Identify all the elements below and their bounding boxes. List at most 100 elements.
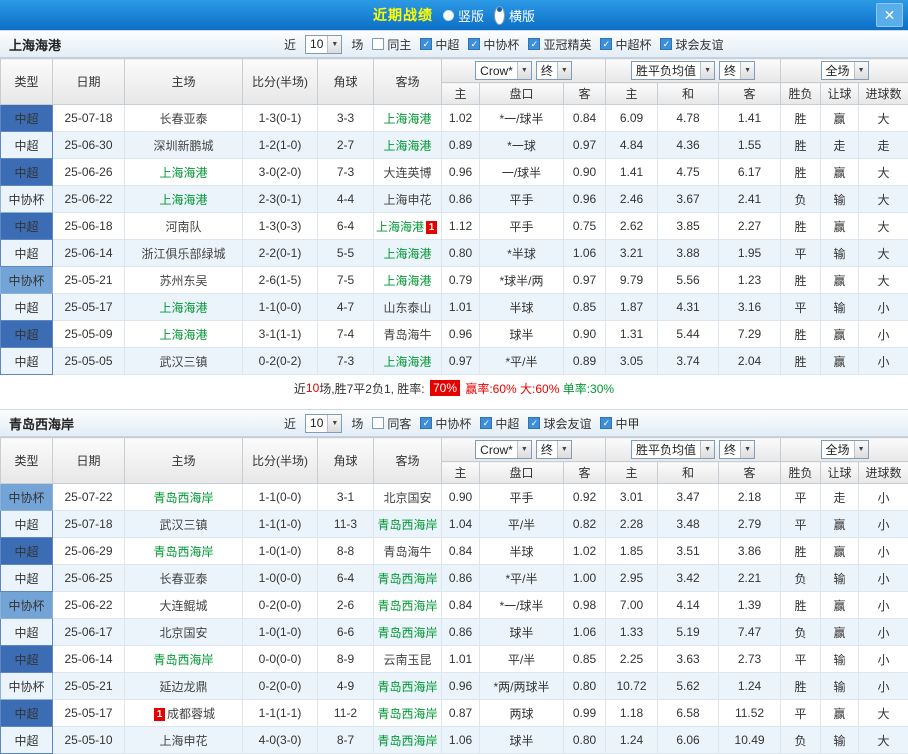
sub-col-header: 进球数 — [858, 461, 908, 484]
team-name-text: 成都蓉城 — [166, 706, 215, 721]
europe-odds-select[interactable]: 胜平负均值 ▼ — [631, 440, 716, 459]
checkbox-icon: ✓ — [468, 38, 481, 50]
match-date: 25-05-10 — [52, 726, 125, 754]
filter-checkbox[interactable]: ✓ 中甲 — [600, 415, 639, 432]
result-scope-group: 全场 ▼ — [780, 437, 908, 462]
loss-odds: 2.79 — [718, 510, 782, 538]
sub-col-header: 主 — [605, 461, 659, 484]
europe-odds-select[interactable]: 胜平负均值 ▼ — [631, 61, 716, 80]
sub-col-header: 和 — [657, 461, 720, 484]
handicap-line: 球半 — [479, 618, 564, 646]
team-name-text: 青岛西海岸 — [377, 679, 438, 694]
filter-checkbox[interactable]: ✓ 中协杯 — [420, 415, 471, 432]
team-name-text: 武汉三镇 — [159, 354, 208, 369]
filter-checkbox[interactable]: ✓ 中超 — [480, 415, 519, 432]
odds-time-select[interactable]: 终 ▼ — [535, 440, 572, 459]
filter-checkbox[interactable]: 同主 — [372, 36, 411, 53]
corner-score: 7-3 — [317, 347, 374, 375]
team-name: 青岛西海岸 — [9, 416, 75, 432]
home-odds: 0.90 — [441, 483, 480, 511]
goals-result: 大 — [858, 699, 908, 727]
chevron-down-icon: ▼ — [700, 62, 715, 79]
match-count-select[interactable]: 10 ▼ — [305, 413, 343, 433]
odds-time-select-value: 终 — [540, 443, 553, 457]
sub-col-header: 胜负 — [780, 461, 822, 484]
goals-result: 小 — [858, 347, 908, 375]
home-odds: 0.86 — [441, 618, 480, 646]
filter-bar: 近 10 ▼ 场同客 ✓ 中协杯 ✓ 中超 ✓ 球会友谊 ✓ 中甲 — [284, 413, 639, 433]
handicap-result: 输 — [820, 564, 860, 592]
result-scope-select[interactable]: 全场 ▼ — [820, 61, 869, 80]
match-result: 平 — [780, 510, 822, 538]
team-name-text: 青岛西海岸 — [377, 598, 438, 613]
col-header: 主场 — [124, 58, 243, 105]
team-name-text: 河南队 — [165, 219, 202, 234]
radio-icon — [494, 5, 505, 25]
loss-odds: 3.86 — [718, 537, 782, 565]
match-result: 胜 — [780, 212, 822, 240]
europe-time-select[interactable]: 终 ▼ — [719, 61, 756, 80]
match-count-select[interactable]: 10 ▼ — [305, 34, 343, 54]
match-row: 中超 25-06-26 上海海港 3-0(2-0) 7-3 大连英博 0.96 一/球半 0.9… — [0, 158, 908, 186]
match-row: 中超 25-06-14 青岛西海岸 0-0(0-0) 8-9 云南玉昆 1.01 平/半 0.8… — [0, 645, 908, 673]
checkbox-label: 球会友谊 — [675, 37, 724, 52]
home-odds: 0.84 — [441, 591, 480, 619]
close-icon[interactable]: ✕ — [876, 3, 903, 27]
match-date: 25-06-29 — [52, 537, 125, 565]
filter-checkbox[interactable]: ✓ 中超 — [420, 36, 459, 53]
summary-segment: 近 — [293, 381, 306, 396]
handicap-line: *一/球半 — [479, 591, 564, 619]
layout-radio-horizontal[interactable]: 横版 — [494, 5, 535, 25]
loss-odds: 2.73 — [718, 645, 782, 673]
corner-score: 4-4 — [317, 185, 374, 213]
red-card-badge: 1 — [426, 220, 437, 234]
result-scope-select-value: 全场 — [825, 64, 850, 78]
europe-time-select[interactable]: 终 ▼ — [719, 440, 756, 459]
draw-odds: 4.78 — [657, 104, 720, 132]
team-name-text: 长春亚泰 — [159, 111, 208, 126]
odds-time-select[interactable]: 终 ▼ — [535, 61, 572, 80]
filter-checkbox[interactable]: ✓ 亚冠精英 — [528, 36, 591, 53]
team-name-text: 云南玉昆 — [383, 652, 432, 667]
corner-score: 6-6 — [317, 618, 374, 646]
filter-checkbox[interactable]: ✓ 中协杯 — [468, 36, 519, 53]
handicap-result: 输 — [820, 239, 860, 267]
home-team: 1 成都蓉城 — [124, 699, 243, 727]
match-date: 25-05-17 — [52, 293, 125, 321]
filter-checkbox[interactable]: 同客 — [372, 415, 411, 432]
result-scope-select[interactable]: 全场 ▼ — [820, 440, 869, 459]
layout-radio-vertical[interactable]: 竖版 — [442, 6, 484, 25]
match-type: 中超 — [0, 104, 53, 132]
away-team: 大连英博 — [373, 158, 442, 186]
loss-odds: 1.39 — [718, 591, 782, 619]
handicap-line: 一/球半 — [479, 158, 564, 186]
odds-source-select[interactable]: Crow* ▼ — [475, 440, 532, 459]
odds-source-select[interactable]: Crow* ▼ — [475, 61, 532, 80]
match-date: 25-06-30 — [52, 131, 125, 159]
match-date: 25-05-09 — [52, 320, 125, 348]
goals-result: 小 — [858, 564, 908, 592]
draw-odds: 3.67 — [657, 185, 720, 213]
match-date: 25-05-05 — [52, 347, 125, 375]
away-odds: 0.97 — [562, 266, 607, 294]
filter-checkbox[interactable]: ✓ 中超杯 — [600, 36, 651, 53]
handicap-result: 赢 — [820, 347, 860, 375]
match-row: 中协杯 25-05-21 延边龙鼎 0-2(0-0) 4-9 青岛西海岸 0.96 *两/两球… — [0, 672, 908, 700]
win-odds: 1.24 — [605, 726, 659, 754]
filter-checkbox[interactable]: ✓ 球会友谊 — [660, 36, 723, 53]
match-type: 中超 — [0, 564, 53, 592]
away-team: 上海海港 — [373, 266, 442, 294]
away-odds: 0.80 — [562, 672, 607, 700]
filter-checkbox[interactable]: ✓ 球会友谊 — [528, 415, 591, 432]
handicap-line: 平手 — [479, 185, 564, 213]
win-odds: 2.28 — [605, 510, 659, 538]
away-odds: 0.92 — [562, 483, 607, 511]
match-score: 2-3(0-1) — [242, 185, 318, 213]
match-row: 中超 25-06-14 浙江俱乐部绿城 2-2(0-1) 5-5 上海海港 0.80 *半球 1… — [0, 239, 908, 267]
home-team: 武汉三镇 — [124, 510, 243, 538]
match-date: 25-07-18 — [52, 104, 125, 132]
games-label: 场 — [351, 37, 364, 52]
match-date: 25-05-21 — [52, 266, 125, 294]
near-label: 近 — [284, 416, 297, 431]
goals-result: 走 — [858, 131, 908, 159]
